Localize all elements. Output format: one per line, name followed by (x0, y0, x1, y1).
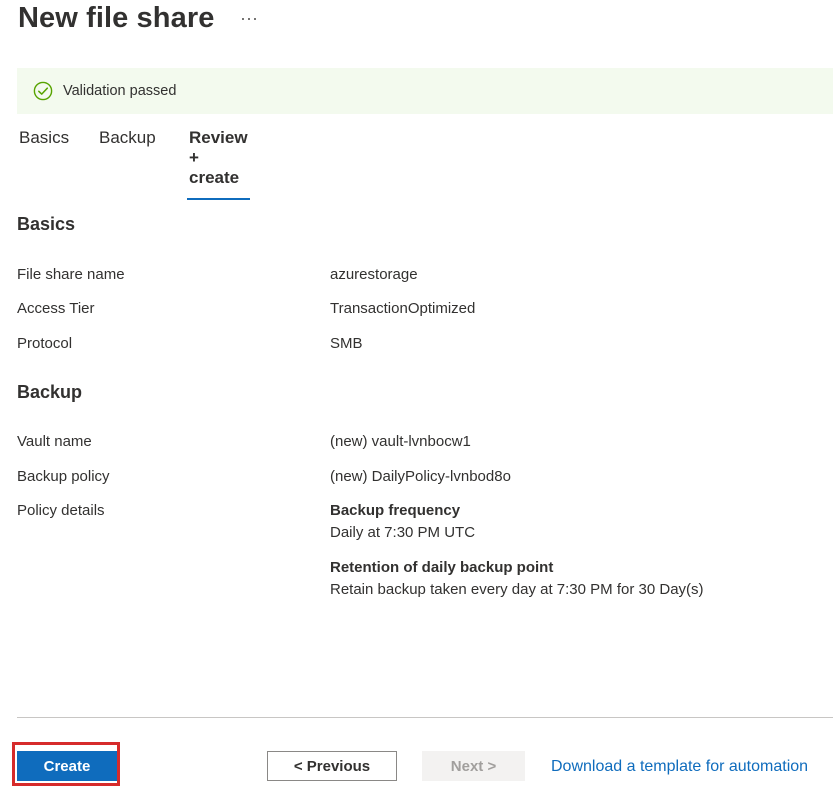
more-options-icon[interactable]: ··· (240, 8, 258, 29)
page-title: New file share (18, 2, 215, 34)
access-tier-value: TransactionOptimized (330, 300, 476, 317)
retention-heading: Retention of daily backup point (330, 559, 554, 576)
policy-details-label: Policy details (17, 502, 105, 519)
new-file-share-page: New file share ··· Validation passed Bas… (0, 0, 833, 797)
protocol-label: Protocol (17, 335, 73, 352)
download-template-link[interactable]: Download a template for automation (551, 758, 808, 776)
next-button[interactable]: Next > (422, 751, 525, 781)
file-share-name-label: File share name (17, 266, 125, 283)
backup-policy-label: Backup policy (17, 468, 110, 485)
backup-frequency-heading: Backup frequency (330, 502, 461, 519)
vault-name-value: (new) vault-lvnbocw1 (330, 433, 471, 450)
vault-name-label: Vault name (17, 433, 92, 450)
backup-policy-value: (new) DailyPolicy-lvnbod8o (330, 468, 511, 485)
footer-divider (17, 717, 833, 718)
tab-backup[interactable]: Backup (99, 128, 156, 158)
tab-basics[interactable]: Basics (19, 128, 69, 158)
file-share-name-value: azurestorage (330, 266, 418, 283)
basics-heading: Basics (17, 214, 76, 234)
create-button[interactable]: Create (17, 751, 117, 781)
protocol-value: SMB (330, 335, 363, 352)
previous-button[interactable]: < Previous (267, 751, 397, 781)
validation-message: Validation passed (63, 83, 177, 99)
retention-value: Retain backup taken every day at 7:30 PM… (330, 581, 704, 598)
tab-review-create[interactable]: Review + create (187, 128, 250, 200)
backup-frequency-value: Daily at 7:30 PM UTC (330, 524, 476, 541)
validation-banner: Validation passed (17, 68, 833, 114)
backup-heading: Backup (17, 382, 83, 402)
access-tier-label: Access Tier (17, 300, 95, 317)
check-circle-icon (33, 81, 53, 101)
